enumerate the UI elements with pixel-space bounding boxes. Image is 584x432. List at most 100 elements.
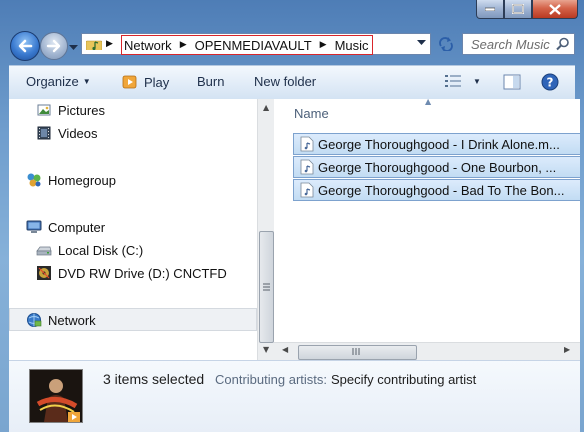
help-button[interactable]: ? — [541, 73, 559, 91]
selection-count: 3 items selected — [103, 371, 205, 387]
audio-file-icon — [300, 159, 314, 175]
breadcrumb-arrow-icon[interactable]: ▶ — [320, 40, 327, 50]
album-art-thumbnail — [29, 369, 83, 423]
preview-pane-button[interactable] — [503, 74, 521, 90]
nav-label-dvd-drive: DVD RW Drive (D:) CNCTFD — [58, 265, 227, 281]
file-row[interactable]: George Thoroughgood - I Drink Alone.m... — [293, 133, 580, 155]
burn-button[interactable]: Burn — [197, 74, 224, 89]
chevron-down-icon: ▼ — [82, 77, 91, 86]
computer-icon — [26, 220, 42, 233]
close-icon — [549, 3, 561, 15]
network-icon — [27, 313, 42, 327]
property-label: Contributing artists: — [215, 372, 327, 387]
details-pane: 3 items selected Contributing artists: S… — [9, 360, 580, 432]
scrollbar-thumb[interactable] — [259, 231, 274, 343]
search-icon[interactable] — [556, 37, 570, 51]
nav-label-homegroup: Homegroup — [48, 172, 116, 188]
search-placeholder[interactable]: Search Music — [471, 37, 550, 52]
play-icon — [122, 75, 137, 89]
refresh-icon — [439, 37, 453, 51]
file-list-pane: ▲ Name George Thoroughgood - I Drink Alo… — [274, 99, 580, 342]
pictures-icon — [37, 104, 51, 116]
contributing-artists-field[interactable]: Specify contributing artist — [331, 372, 476, 387]
back-arrow-icon — [18, 39, 33, 53]
nav-label-network: Network — [48, 312, 96, 328]
maximize-button[interactable] — [504, 0, 532, 19]
nav-item-videos[interactable]: Videos — [36, 125, 98, 141]
audio-file-icon — [300, 182, 314, 198]
file-name: George Thoroughgood - I Drink Alone.m... — [318, 136, 560, 152]
organize-button[interactable]: Organize ▼ — [26, 74, 91, 89]
breadcrumb-arrow-icon[interactable]: ▶ — [106, 39, 113, 49]
nav-item-computer[interactable]: Computer — [26, 219, 105, 235]
sort-ascending-icon: ▲ — [425, 99, 432, 106]
view-details-icon — [445, 75, 461, 87]
dvd-drive-icon — [37, 266, 51, 280]
navigation-bar: ▶ Network ▶ OPENMEDIAVAULT ▶ Music Searc… — [0, 28, 584, 64]
explorer-window: ▶ Network ▶ OPENMEDIAVAULT ▶ Music Searc… — [0, 0, 584, 432]
scroll-right-icon[interactable]: ▶ — [564, 345, 570, 354]
file-list-scrollbar[interactable]: ◀ ▶ — [274, 342, 580, 360]
album-art-image — [30, 370, 82, 422]
breadcrumb-music[interactable]: Music — [335, 38, 369, 53]
homegroup-icon — [27, 173, 41, 187]
refresh-button[interactable] — [436, 34, 456, 54]
back-button[interactable] — [10, 31, 40, 61]
nav-item-dvd-drive[interactable]: DVD RW Drive (D:) CNCTFD — [36, 265, 227, 281]
breadcrumb-openmediavault[interactable]: OPENMEDIAVAULT — [195, 38, 312, 53]
new-folder-button[interactable]: New folder — [254, 74, 316, 89]
burn-label: Burn — [197, 74, 225, 89]
nav-label-local-disk: Local Disk (C:) — [58, 242, 144, 258]
organize-label: Organize — [26, 74, 79, 89]
file-list: George Thoroughgood - I Drink Alone.m...… — [293, 133, 580, 202]
caption-buttons — [476, 0, 578, 20]
command-bar: Organize ▼ Play Burn New folder ▼ ? — [9, 65, 575, 100]
scrollbar-thumb[interactable] — [298, 345, 417, 360]
videos-icon — [37, 126, 51, 140]
hard-drive-icon — [36, 246, 52, 256]
scroll-up-icon[interactable]: ▲ — [263, 103, 269, 112]
music-folder-icon — [86, 40, 102, 50]
forward-button[interactable] — [40, 32, 68, 60]
address-history-chevron-icon[interactable] — [417, 40, 426, 46]
nav-item-network[interactable]: Network — [26, 312, 96, 328]
nav-item-local-disk[interactable]: Local Disk (C:) — [36, 242, 143, 258]
maximize-icon — [512, 4, 524, 14]
close-button[interactable] — [532, 0, 578, 19]
breadcrumb: Network ▶ OPENMEDIAVAULT ▶ Music — [121, 35, 373, 55]
navigation-pane-footer — [9, 342, 257, 360]
address-bar[interactable]: ▶ Network ▶ OPENMEDIAVAULT ▶ Music — [81, 33, 431, 55]
preview-pane-icon — [503, 74, 521, 90]
nav-item-homegroup[interactable]: Homegroup — [26, 172, 116, 188]
file-row[interactable]: George Thoroughgood - One Bourbon, ... — [293, 156, 580, 178]
scroll-down-icon[interactable]: ▼ — [263, 345, 269, 354]
new-folder-label: New folder — [254, 74, 317, 89]
breadcrumb-arrow-icon[interactable]: ▶ — [180, 40, 187, 50]
play-label: Play — [144, 74, 170, 90]
nav-item-pictures[interactable]: Pictures — [36, 102, 105, 118]
column-header-name[interactable]: Name — [294, 106, 329, 121]
nav-label-videos: Videos — [58, 125, 98, 141]
help-icon: ? — [541, 73, 559, 91]
play-button[interactable]: Play — [122, 74, 169, 90]
file-row[interactable]: George Thoroughgood - Bad To The Bon... — [293, 179, 580, 201]
svg-text:?: ? — [547, 76, 554, 90]
chevron-down-icon[interactable]: ▼ — [473, 77, 481, 86]
navigation-pane: Pictures Videos Homegroup Computer Local… — [9, 99, 257, 342]
nav-label-pictures: Pictures — [58, 102, 105, 118]
breadcrumb-network[interactable]: Network — [124, 38, 172, 53]
minimize-icon — [485, 7, 495, 11]
grip-icon — [352, 348, 360, 355]
minimize-button[interactable] — [476, 0, 504, 19]
forward-arrow-icon — [46, 39, 61, 53]
scroll-left-icon[interactable]: ◀ — [282, 345, 288, 354]
search-box[interactable]: Search Music — [462, 33, 575, 55]
chevron-down-icon — [69, 45, 78, 50]
recent-pages-dropdown[interactable] — [69, 40, 78, 54]
change-view-button[interactable]: ▼ — [445, 74, 481, 88]
nav-label-computer: Computer — [48, 219, 106, 235]
grip-icon — [263, 283, 270, 291]
navigation-pane-scrollbar[interactable]: ▲ ▼ — [257, 99, 274, 360]
file-name: George Thoroughgood - One Bourbon, ... — [318, 159, 557, 175]
audio-file-icon — [300, 136, 314, 152]
